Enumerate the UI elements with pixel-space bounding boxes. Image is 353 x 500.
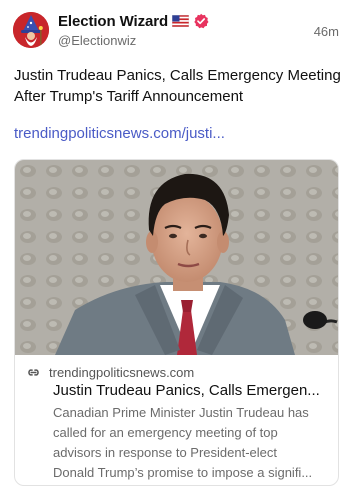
wizard-avatar-icon xyxy=(13,12,49,48)
card-domain-row: trendingpoliticsnews.com xyxy=(26,365,194,380)
card-description-line: Canadian Prime Minister Justin Trudeau h… xyxy=(53,405,309,420)
author-display-name[interactable]: Election Wizard xyxy=(58,13,168,30)
author-handle[interactable]: @Electionwiz xyxy=(58,33,136,48)
link-preview-card[interactable]: trendingpoliticsnews.com Justin Trudeau … xyxy=(14,159,339,486)
post-link[interactable]: trendingpoliticsnews.com/justi... xyxy=(14,125,225,142)
photo-of-justin-trudeau[interactable] xyxy=(15,160,338,355)
card-description-line: advisors in response to President-elect xyxy=(53,445,278,460)
author-avatar[interactable] xyxy=(13,12,49,48)
card-description-line: called for an emergency meeting of top xyxy=(53,425,278,440)
post-text: Justin Trudeau Panics, Calls Emergency M… xyxy=(14,67,341,105)
verified-badge-icon xyxy=(193,13,209,29)
us-flag-icon xyxy=(172,15,190,27)
card-description-line: Donald Trump’s promise to impose a signi… xyxy=(53,465,313,480)
card-domain: trendingpoliticsnews.com xyxy=(49,365,195,380)
social-post: Election Wizard @Electionwiz 46m Justin … xyxy=(0,0,353,500)
card-title[interactable]: Justin Trudeau Panics, Calls Emergen... xyxy=(53,382,335,399)
card-description: Canadian Prime Minister Justin Trudeau h… xyxy=(53,403,333,483)
link-icon xyxy=(26,365,41,380)
author-name-row: Election Wizard xyxy=(58,12,209,30)
post-timestamp[interactable]: 46m xyxy=(314,24,339,39)
